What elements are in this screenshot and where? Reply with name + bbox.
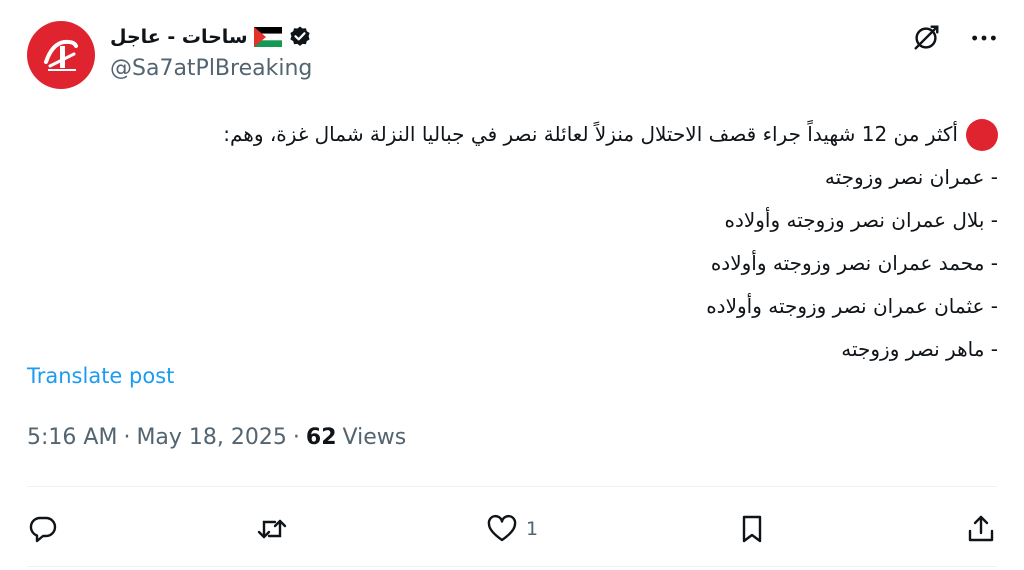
post-date[interactable]: May 18, 2025 bbox=[136, 425, 286, 450]
share-button[interactable] bbox=[965, 513, 997, 545]
views-label: Views bbox=[342, 425, 407, 450]
views-count: 62 bbox=[305, 425, 337, 450]
red-circle-emoji-icon bbox=[966, 118, 998, 151]
top-actions bbox=[910, 22, 1000, 54]
grok-icon[interactable] bbox=[910, 22, 942, 54]
palestine-flag-icon bbox=[253, 27, 282, 47]
meta-separator: · bbox=[292, 425, 300, 450]
tweet-line: - عمران نصر وزوجته bbox=[824, 165, 998, 189]
like-button[interactable]: 1 bbox=[486, 513, 538, 545]
repost-button[interactable] bbox=[256, 513, 288, 545]
bookmark-icon bbox=[742, 515, 761, 543]
author-name-row: ساحات - عاجل bbox=[110, 22, 312, 52]
verified-badge-icon bbox=[290, 26, 310, 46]
tweet-line-text: أكثر من 12 شهيداً جراء قصف الاحتلال منزل… bbox=[223, 122, 958, 146]
action-bar: 1 bbox=[27, 507, 997, 551]
like-count: 1 bbox=[525, 518, 539, 540]
repost-icon bbox=[258, 519, 287, 539]
sahat-logo-icon bbox=[44, 39, 78, 71]
tweet-meta: 5:16 AM · May 18, 2025 · 62 Views bbox=[27, 425, 406, 450]
tweet-line: - محمد عمران نصر وزوجته وأولاده bbox=[710, 251, 998, 275]
tweet-text: أكثر من 12 شهيداً جراء قصف الاحتلال منزل… bbox=[38, 113, 998, 371]
meta-separator: · bbox=[123, 425, 131, 450]
more-options-icon[interactable] bbox=[968, 22, 1000, 54]
heart-icon bbox=[487, 514, 517, 542]
bookmark-button[interactable] bbox=[736, 513, 768, 545]
tweet-line: أكثر من 12 شهيداً جراء قصف الاحتلال منزل… bbox=[38, 113, 998, 156]
tweet-line: - بلال عمران نصر وزوجته وأولاده bbox=[724, 208, 998, 232]
avatar[interactable] bbox=[27, 21, 95, 89]
share-icon bbox=[968, 515, 994, 542]
post-time[interactable]: 5:16 AM bbox=[27, 425, 117, 450]
tweet-line: - ماهر نصر وزوجته bbox=[841, 337, 998, 361]
divider bbox=[27, 566, 997, 567]
tweet-line: - عثمان عمران نصر وزوجته وأولاده bbox=[706, 294, 998, 318]
author-name[interactable]: ساحات - عاجل bbox=[110, 26, 248, 48]
reply-icon bbox=[29, 516, 57, 543]
author-handle[interactable]: @Sa7atPlBreaking bbox=[110, 56, 312, 81]
divider bbox=[27, 486, 997, 487]
translate-post-link[interactable]: Translate post bbox=[27, 364, 174, 388]
reply-button[interactable] bbox=[27, 513, 59, 545]
